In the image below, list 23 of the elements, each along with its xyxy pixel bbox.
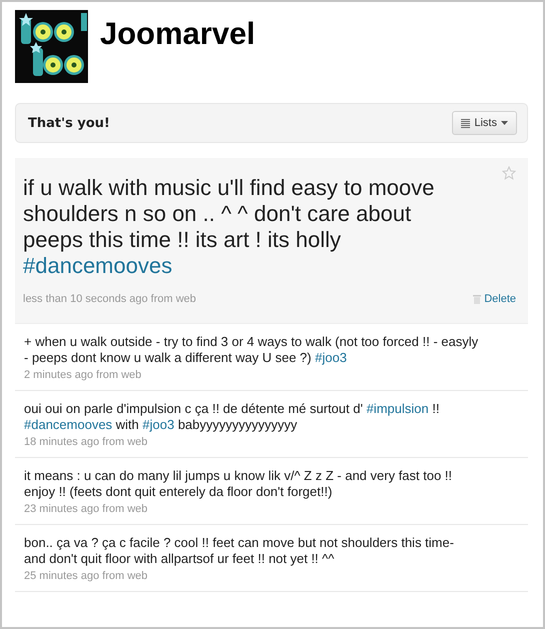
hashtag-link[interactable]: #joo3 — [142, 417, 174, 432]
header-title: That's you! — [28, 116, 110, 130]
tweet-text: bon.. ça va ? ça c facile ? cool !! feet can move but not shoulders this time- and don't quit floor with allpartsof ur feet !! not yet !! ^^ — [24, 535, 455, 567]
lists-button[interactable]: Lists — [452, 111, 517, 135]
hashtag-link[interactable]: #dancemooves — [23, 253, 172, 278]
tweet-timestamp: 25 minutes ago from web — [24, 570, 149, 582]
delete-link[interactable]: Delete — [473, 293, 516, 305]
tweet-text: + when u walk outside - try to find 3 or 4 ways to walk (not too forced !! - easyly - peeps dont know u walk a different way U see ?) #joo3 — [24, 334, 479, 366]
tweet-timestamp: 23 minutes ago from web — [24, 503, 149, 515]
tweet-text: it means : u can do many lil jumps u know lik v/^ Z z Z - and very fast too !! enjoy !! (feets dont quit enterely da floor don't forget!!) — [24, 468, 454, 500]
trash-icon — [473, 294, 482, 304]
profile-name: Joomarvel — [100, 16, 256, 52]
tweet-timestamp: 2 minutes ago from web — [24, 369, 142, 381]
tweet-timestamp: 18 minutes ago from web — [24, 436, 149, 448]
hashtag-link[interactable]: #dancemooves — [24, 417, 112, 432]
star-icon[interactable] — [502, 166, 516, 180]
tweet-text: if u walk with music u'll find easy to moove shoulders n so on .. ^ ^ don't care about peeps this time !! its art ! its holly #dancemooves — [23, 175, 436, 279]
tweet-text: oui oui on parle d'impulsion c ça !! de détente mé surtout d' #impulsion !! #dancemooves with #joo3 babyyyyyyyyyyyyyyy — [24, 401, 440, 433]
hashtag-link[interactable]: #joo3 — [314, 350, 347, 365]
hashtag-link[interactable]: #impulsion — [366, 401, 429, 416]
caret-icon — [501, 121, 508, 125]
tweet-timestamp: less than 10 seconds ago from web — [23, 293, 196, 305]
list-icon — [461, 118, 470, 128]
